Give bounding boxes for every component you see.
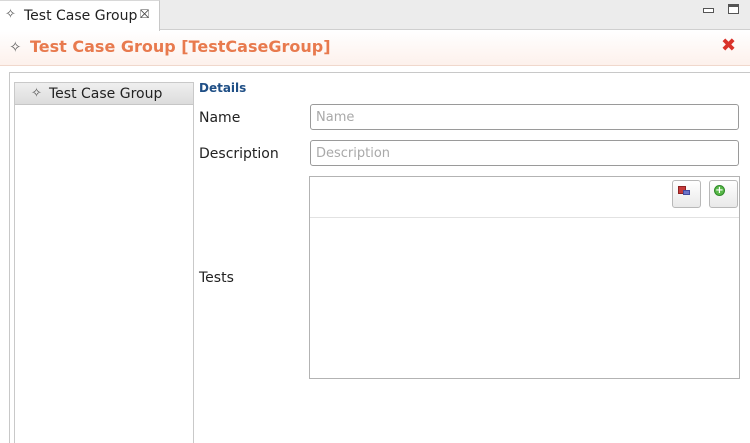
- add-icon: +: [714, 185, 725, 196]
- minimize-icon[interactable]: [702, 5, 714, 16]
- remove-icon: [678, 186, 690, 196]
- name-input[interactable]: [310, 104, 739, 130]
- diamond-sparkle-icon: ✧: [9, 38, 22, 56]
- editor-header: ✧ Test Case Group [TestCaseGroup] ✖: [0, 31, 750, 66]
- maximize-icon[interactable]: [728, 4, 739, 14]
- description-input[interactable]: [310, 140, 739, 166]
- description-label: Description: [199, 146, 279, 162]
- editor-title: Test Case Group [TestCaseGroup]: [30, 37, 331, 56]
- editor-tab-label: Test Case Group: [24, 8, 138, 24]
- element-tree[interactable]: ✧ Test Case Group: [14, 82, 194, 443]
- diamond-sparkle-icon: ✧: [5, 7, 16, 22]
- close-icon[interactable]: ✖: [721, 37, 736, 55]
- tree-item[interactable]: ✧ Test Case Group: [15, 83, 193, 105]
- diamond-sparkle-icon: ✧: [31, 86, 42, 101]
- remove-test-button[interactable]: [672, 180, 701, 208]
- tests-list[interactable]: +: [309, 176, 740, 379]
- details-section-title: Details: [199, 81, 247, 95]
- name-label: Name: [199, 110, 241, 126]
- tests-label: Tests: [199, 270, 234, 286]
- editor-tab-bar: ✧ Test Case Group ⛝: [0, 0, 750, 31]
- tree-item-label: Test Case Group: [49, 86, 163, 102]
- tests-toolbar: +: [310, 177, 739, 218]
- tab-close-icon[interactable]: ⛝: [140, 7, 149, 21]
- add-test-button[interactable]: +: [709, 180, 738, 208]
- editor-tab[interactable]: ✧ Test Case Group ⛝: [0, 0, 160, 31]
